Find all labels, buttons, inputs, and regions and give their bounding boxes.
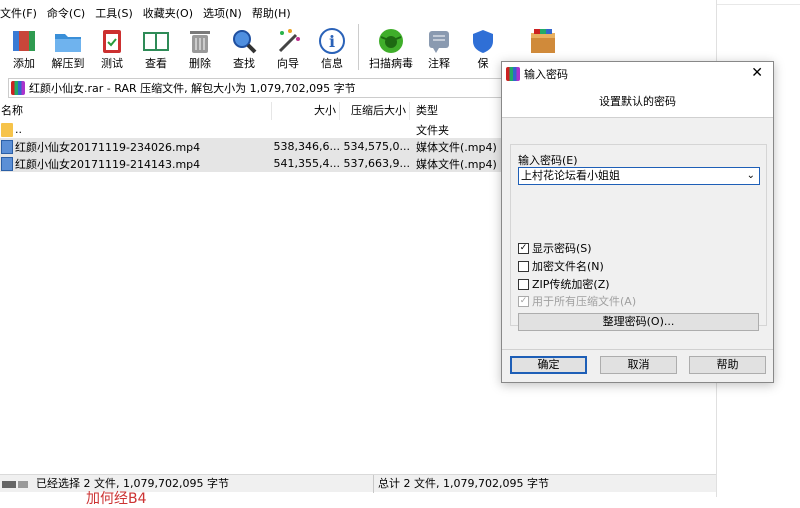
drive-icon <box>2 478 30 490</box>
toolbar-info-button[interactable]: i 信息 <box>312 24 352 76</box>
menu-command[interactable]: 命令(C) <box>47 4 85 24</box>
video-file-icon <box>1 139 13 154</box>
toolbar-delete-button[interactable]: 删除 <box>180 24 220 76</box>
menu-options[interactable]: 选项(N) <box>203 4 242 24</box>
toolbar-virus-scan-label: 扫描病毒 <box>369 57 413 70</box>
dialog-titlebar[interactable]: 输入密码 ✕ <box>502 62 773 86</box>
use-for-all-label: 用于所有压缩文件(A) <box>532 295 637 308</box>
dialog-title: 输入密码 <box>524 68 568 81</box>
file-size: 541,355,4... <box>273 157 340 170</box>
column-name[interactable]: 名称 <box>0 102 272 120</box>
ok-button[interactable]: 确定 <box>510 356 587 374</box>
menu-tools[interactable]: 工具(S) <box>95 4 133 24</box>
menu-help[interactable]: 帮助(H) <box>252 4 291 24</box>
toolbar-add-label: 添加 <box>13 57 35 70</box>
checkbox-unchecked[interactable] <box>518 278 529 290</box>
checkbox-checked[interactable]: ✓ <box>518 242 529 254</box>
sfx-box-icon <box>528 26 558 56</box>
toolbar-comment-label: 注释 <box>428 57 450 70</box>
column-size[interactable]: 大小 <box>272 102 340 120</box>
virus-scan-icon <box>376 26 406 56</box>
toolbar-find-label: 查找 <box>233 57 255 70</box>
svg-text:i: i <box>329 32 335 51</box>
checkbox-unchecked[interactable] <box>518 260 529 272</box>
toolbar-protect-button[interactable]: 保 <box>463 24 503 76</box>
show-password-checkbox[interactable]: ✓ 显示密码(S) <box>518 240 592 256</box>
file-name: .. <box>15 123 22 136</box>
show-password-label: 显示密码(S) <box>532 242 592 255</box>
wizard-wand-icon <box>273 26 303 56</box>
zip-legacy-encryption-checkbox[interactable]: ZIP传统加密(Z) <box>518 276 610 292</box>
close-icon[interactable]: ✕ <box>751 65 763 81</box>
toolbar-wizard-button[interactable]: 向导 <box>268 24 308 76</box>
video-file-icon <box>1 156 13 171</box>
extract-folder-icon <box>53 26 83 56</box>
status-selected: 已经选择 2 文件, 1,079,702,095 字节 <box>32 474 374 493</box>
toolbar-view-label: 查看 <box>145 57 167 70</box>
toolbar-find-button[interactable]: 查找 <box>224 24 264 76</box>
add-archive-icon <box>9 26 39 56</box>
menu-bar: 文件(F) 命令(C) 工具(S) 收藏夹(O) 选项(N) 帮助(H) <box>0 4 291 24</box>
toolbar-info-label: 信息 <box>321 57 343 70</box>
password-label: 输入密码(E) <box>518 154 578 167</box>
toolbar-separator <box>358 24 359 70</box>
info-icon: i <box>317 26 347 56</box>
column-packed-size[interactable]: 压缩后大小 <box>340 102 410 120</box>
toolbar-delete-label: 删除 <box>189 57 211 70</box>
file-packed-size: 537,663,9... <box>343 157 410 170</box>
background-overflow-text: 加何经B4 <box>86 491 147 507</box>
organize-passwords-button[interactable]: 整理密码(O)... <box>518 313 759 331</box>
file-name: 红颜小仙女20171119-214143.mp4 <box>15 157 201 171</box>
delete-trash-icon <box>185 26 215 56</box>
toolbar-test-label: 测试 <box>101 57 123 70</box>
checkbox-checked-disabled: ✓ <box>518 295 529 307</box>
zip-legacy-label: ZIP传统加密(Z) <box>532 278 610 291</box>
protect-shield-icon <box>468 26 498 56</box>
menu-file[interactable]: 文件(F) <box>0 4 37 24</box>
use-for-all-archives-checkbox: ✓ 用于所有压缩文件(A) <box>518 293 636 309</box>
rar-archive-icon <box>506 67 520 81</box>
find-magnifier-icon <box>229 26 259 56</box>
password-value: 上村花论坛看小姐姐 <box>521 169 620 182</box>
password-input[interactable]: 上村花论坛看小姐姐 ⌄ <box>518 167 760 185</box>
toolbar-comment-button[interactable]: 注释 <box>419 24 459 76</box>
encrypt-filenames-checkbox[interactable]: 加密文件名(N) <box>518 258 604 274</box>
toolbar-wizard-label: 向导 <box>277 57 299 70</box>
help-button[interactable]: 帮助 <box>689 356 766 374</box>
rar-archive-icon <box>11 81 25 95</box>
encrypt-filenames-label: 加密文件名(N) <box>532 260 604 273</box>
test-clipboard-icon <box>97 26 127 56</box>
toolbar-extract-label: 解压到 <box>51 57 85 70</box>
toolbar-protect-label: 保 <box>477 57 489 70</box>
comment-icon <box>424 26 454 56</box>
file-packed-size: 534,575,0... <box>343 140 410 153</box>
toolbar-add-button[interactable]: 添加 <box>4 24 44 76</box>
chevron-down-icon[interactable]: ⌄ <box>747 168 755 184</box>
password-dialog: 输入密码 ✕ 设置默认的密码 输入密码(E) 上村花论坛看小姐姐 ⌄ ✓ 显示密… <box>501 61 774 383</box>
toolbar-test-button[interactable]: 测试 <box>92 24 132 76</box>
file-name: 红颜小仙女20171119-234026.mp4 <box>15 140 201 154</box>
toolbar-virus-scan-button[interactable]: 扫描病毒 <box>367 24 415 76</box>
dialog-header: 设置默认的密码 <box>502 86 773 118</box>
status-total: 总计 2 文件, 1,079,702,095 字节 <box>378 476 549 490</box>
folder-icon <box>1 122 13 137</box>
menu-favorites[interactable]: 收藏夹(O) <box>143 4 193 24</box>
cancel-button[interactable]: 取消 <box>600 356 677 374</box>
address-text: 红颜小仙女.rar - RAR 压缩文件, 解包大小为 1,079,702,09… <box>29 82 356 95</box>
toolbar-extract-button[interactable]: 解压到 <box>48 24 88 76</box>
file-size: 538,346,6... <box>273 140 340 153</box>
divider <box>717 4 800 5</box>
toolbar-view-button[interactable]: 查看 <box>136 24 176 76</box>
view-book-icon <box>141 26 171 56</box>
